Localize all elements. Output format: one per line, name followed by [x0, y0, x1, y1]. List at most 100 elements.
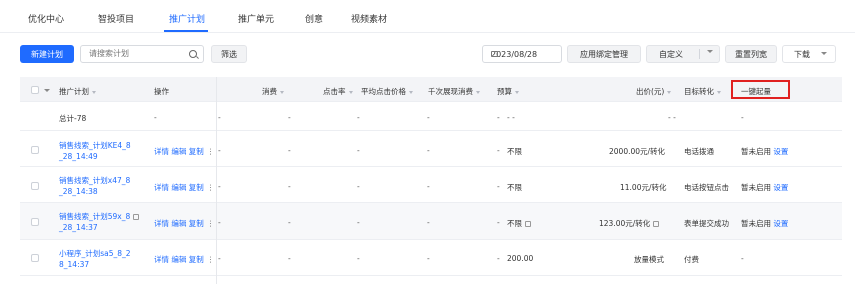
- tab-promotion-plan[interactable]: 推广计划: [169, 12, 205, 25]
- sort-icon[interactable]: [348, 90, 353, 94]
- row-divider: [20, 275, 842, 276]
- edit-icon[interactable]: [653, 221, 660, 227]
- plan-name-link[interactable]: 8_14:37: [59, 260, 89, 269]
- cell-bid: 放量模式: [634, 255, 664, 264]
- col-budget[interactable]: 预算: [497, 86, 519, 97]
- sort-icon[interactable]: [280, 90, 284, 94]
- cell-sep: -: [218, 218, 221, 227]
- row-checkbox[interactable]: [31, 218, 39, 226]
- plan-name-link[interactable]: _28_14:37: [59, 223, 98, 232]
- search-input[interactable]: [89, 49, 181, 58]
- plan-name-link[interactable]: 销售线索_计划x47_8: [59, 175, 130, 186]
- filter-button[interactable]: 筛选: [211, 45, 247, 63]
- boost-settings-link[interactable]: 设置: [773, 219, 788, 228]
- cell-cost: -: [288, 146, 291, 155]
- tab-optimization-center[interactable]: 优化中心: [28, 12, 64, 25]
- custom-columns-dropdown[interactable]: 自定义: [646, 45, 720, 63]
- cell-budget: 不限: [507, 183, 522, 192]
- plan-name-link[interactable]: 销售线索_计划KE4_8: [59, 140, 131, 151]
- cell-cost: -: [288, 254, 291, 263]
- row-actions[interactable]: 详情 编辑 复制 ⋮: [154, 218, 214, 229]
- plan-name-link[interactable]: _28_14:38: [59, 187, 98, 196]
- row-checkbox[interactable]: [31, 146, 39, 154]
- summary-ctr: -: [357, 113, 360, 122]
- cell-target: 电话按钮点击: [684, 183, 729, 192]
- new-plan-button[interactable]: 新建计划: [20, 45, 74, 63]
- cell-cost: -: [288, 182, 291, 191]
- col-target[interactable]: 目标转化: [684, 86, 721, 97]
- col-bid[interactable]: 出价(元): [636, 86, 672, 97]
- summary-cpm: -: [497, 113, 500, 122]
- search-box[interactable]: [80, 45, 204, 63]
- tab-creative[interactable]: 创意: [305, 12, 323, 25]
- row-actions[interactable]: 详情 编辑 复制 ⋮: [154, 254, 214, 265]
- cell-avg: -: [427, 182, 430, 191]
- chevron-down-icon[interactable]: [44, 89, 50, 92]
- row-checkbox[interactable]: [31, 254, 39, 262]
- cell-sep: -: [218, 182, 221, 191]
- sort-icon[interactable]: [667, 90, 672, 94]
- summary-cost: -: [288, 113, 291, 122]
- summary-boost: -: [741, 113, 744, 122]
- plan-name-link[interactable]: 销售线索_计划59x_8: [59, 211, 140, 222]
- cell-ctr: -: [357, 218, 360, 227]
- cell-sep: -: [218, 146, 221, 155]
- sort-icon[interactable]: [717, 90, 721, 94]
- cell-boost: 暂未启用 设置: [741, 219, 789, 228]
- dropdown-divider: [699, 49, 700, 59]
- edit-icon[interactable]: [133, 214, 140, 220]
- chevron-down-icon: [821, 52, 827, 55]
- sort-icon[interactable]: [409, 90, 413, 94]
- cell-budget: 不限: [507, 147, 522, 156]
- tab-smart-project[interactable]: 智投项目: [98, 12, 134, 25]
- row-actions[interactable]: 详情 编辑 复制 ⋮: [154, 182, 214, 193]
- cell-cpm: -: [497, 182, 500, 191]
- search-icon[interactable]: [189, 50, 197, 58]
- summary-budget: - -: [507, 113, 515, 122]
- summary-sep: -: [218, 113, 221, 122]
- col-cost[interactable]: 消费: [262, 86, 284, 97]
- summary-label: 总计-78: [59, 114, 87, 123]
- tabs-divider: [0, 32, 855, 33]
- app-binding-button[interactable]: 应用绑定管理: [567, 45, 641, 63]
- cell-sep: -: [218, 254, 221, 263]
- download-dropdown[interactable]: 下载: [782, 45, 836, 63]
- cell-avg: -: [427, 218, 430, 227]
- row-checkbox[interactable]: [31, 182, 39, 190]
- cell-boost: 暂未启用 设置: [741, 147, 789, 156]
- tab-promotion-unit[interactable]: 推广单元: [238, 12, 274, 25]
- cell-bid: 2000.00元/转化: [609, 147, 666, 156]
- cell-ctr: -: [357, 146, 360, 155]
- tab-video-material[interactable]: 视频素材: [351, 12, 387, 25]
- row-divider: [20, 130, 842, 131]
- cell-ctr: -: [357, 182, 360, 191]
- row-actions[interactable]: 详情 编辑 复制 ⋮: [154, 146, 214, 157]
- sort-icon[interactable]: [476, 90, 480, 94]
- cell-avg: -: [427, 254, 430, 263]
- col-plan[interactable]: 推广计划: [59, 86, 96, 97]
- sort-icon[interactable]: [515, 90, 519, 94]
- select-all-checkbox[interactable]: [31, 86, 39, 94]
- plan-name-link[interactable]: 小程序_计划sa5_8_2: [59, 248, 131, 259]
- date-picker[interactable]: 2023/08/28: [482, 45, 562, 63]
- cell-boost: 暂未启用 设置: [741, 183, 789, 192]
- reset-column-width-button[interactable]: 重置列宽: [725, 45, 777, 63]
- cell-ctr: -: [357, 254, 360, 263]
- custom-label: 自定义: [659, 49, 683, 59]
- col-cpm[interactable]: 千次展现消费: [428, 86, 480, 97]
- col-ctr[interactable]: 点击率: [323, 86, 353, 97]
- download-label: 下载: [794, 49, 810, 59]
- plan-name-link[interactable]: _28_14:49: [59, 152, 98, 161]
- boost-settings-link[interactable]: 设置: [773, 147, 788, 156]
- sort-icon[interactable]: [92, 90, 96, 94]
- boost-settings-link[interactable]: 设置: [773, 183, 788, 192]
- edit-icon[interactable]: [525, 221, 531, 227]
- cell-target: 电话拨通: [684, 147, 714, 156]
- highlight-box: [731, 80, 790, 99]
- cell-bid: 123.00元/转化: [599, 218, 660, 229]
- cell-bid: 11.00元/转化: [620, 183, 667, 192]
- col-avg-click-price[interactable]: 平均点击价格: [361, 86, 413, 97]
- cell-cpm: -: [497, 146, 500, 155]
- row-divider: [20, 166, 842, 167]
- calendar-icon: [491, 51, 498, 57]
